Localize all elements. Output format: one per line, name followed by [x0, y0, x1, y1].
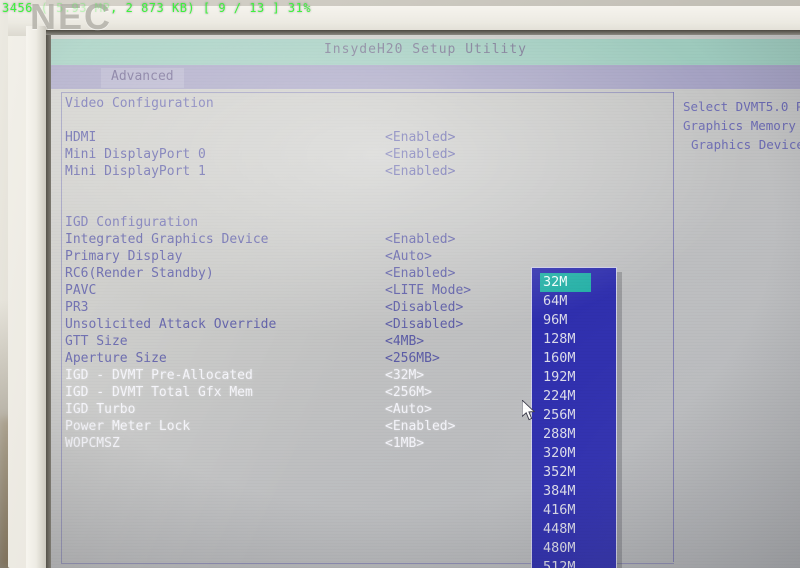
dropdown-option-448m[interactable]: 448M	[540, 520, 610, 539]
help-line-3: Graphics Device.	[691, 137, 800, 152]
lcd-screen: InsydeH20 Setup Utility Advanced Video C…	[51, 35, 800, 568]
dropdown-option-224m[interactable]: 224M	[540, 387, 610, 406]
setting-label: WOPCMSZ	[65, 436, 120, 451]
mouse-cursor-icon	[522, 400, 536, 421]
setting-value[interactable]: <Enabled>	[385, 146, 455, 163]
setting-value[interactable]: <Enabled>	[385, 163, 455, 180]
setting-row-mini-displayport-0[interactable]: Mini DisplayPort 0 <Enabled>	[65, 146, 665, 163]
dropdown-option-192m[interactable]: 192M	[540, 368, 610, 387]
dropdown-option-384m[interactable]: 384M	[540, 482, 610, 501]
setting-value[interactable]: <256M>	[385, 384, 432, 401]
dvmt-pre-allocated-dropdown[interactable]: 32M 64M 96M 128M 160M 192M 224M 256M 288…	[531, 267, 617, 568]
setting-label: Integrated Graphics Device	[65, 232, 269, 247]
setting-label: RC6(Render Standby)	[65, 266, 214, 281]
setting-row-integrated-graphics-device[interactable]: Integrated Graphics Device <Enabled>	[65, 231, 665, 248]
setting-label: Unsolicited Attack Override	[65, 317, 277, 332]
screenshot-root: NEC InsydeH20 Setup Utility Advanced Vid…	[0, 0, 800, 568]
setting-value[interactable]: <Auto>	[385, 401, 432, 418]
help-line-2: Graphics Memory s	[683, 118, 800, 133]
setting-label: IGD Turbo	[65, 402, 136, 417]
setting-label: Aperture Size	[65, 351, 167, 366]
bios-title: InsydeH20 Setup Utility	[323, 42, 527, 57]
camera-overlay-text: 3456 ( 5.93 MP, 2 873 KB) [ 9 / 13 ] 31%	[2, 1, 311, 15]
dropdown-option-288m[interactable]: 288M	[540, 425, 610, 444]
setting-value[interactable]: <Enabled>	[385, 231, 455, 248]
setting-row-mini-displayport-1[interactable]: Mini DisplayPort 1 <Enabled>	[65, 163, 665, 180]
overlay-number: 3456	[2, 1, 33, 15]
dropdown-option-320m[interactable]: 320M	[540, 444, 610, 463]
setting-label: Primary Display	[65, 249, 183, 264]
dropdown-option-480m[interactable]: 480M	[540, 539, 610, 558]
setting-label: IGD - DVMT Pre-Allocated	[65, 368, 253, 383]
tab-advanced[interactable]: Advanced	[101, 68, 184, 88]
help-line-1: Select DVMT5.0 Pr	[683, 99, 800, 114]
setting-label: IGD - DVMT Total Gfx Mem	[65, 385, 253, 400]
setting-value[interactable]: <Disabled>	[385, 299, 463, 316]
overlay-zoom: 31%	[287, 1, 312, 15]
setting-value[interactable]: <LITE Mode>	[385, 282, 471, 299]
help-text: Select DVMT5.0 Pr Graphics Memory s Grap…	[683, 97, 800, 154]
dropdown-option-32m[interactable]: 32M	[540, 273, 591, 292]
setting-label: GTT Size	[65, 334, 128, 349]
dropdown-option-352m[interactable]: 352M	[540, 463, 610, 482]
setting-label: Mini DisplayPort 0	[65, 147, 206, 162]
dropdown-option-128m[interactable]: 128M	[540, 330, 610, 349]
dropdown-option-512m[interactable]: 512M	[540, 558, 610, 568]
dropdown-option-96m[interactable]: 96M	[540, 311, 610, 330]
dropdown-option-416m[interactable]: 416M	[540, 501, 610, 520]
monitor-bezel-left	[26, 26, 48, 568]
overlay-index: [ 9 / 13 ]	[202, 1, 281, 15]
dropdown-option-list[interactable]: 32M 64M 96M 128M 160M 192M 224M 256M 288…	[540, 273, 610, 568]
setting-value[interactable]: <Disabled>	[385, 316, 463, 333]
setting-value[interactable]: <256MB>	[385, 350, 440, 367]
setting-value[interactable]: <32M>	[385, 367, 424, 384]
section-header-label: Video Configuration	[65, 96, 214, 111]
setting-value[interactable]: <Enabled>	[385, 265, 455, 282]
setting-value[interactable]: <Auto>	[385, 248, 432, 265]
setting-row-primary-display[interactable]: Primary Display <Auto>	[65, 248, 665, 265]
dropdown-option-64m[interactable]: 64M	[540, 292, 610, 311]
setting-value[interactable]: <Enabled>	[385, 129, 455, 146]
section-header-igd-configuration: IGD Configuration	[65, 214, 665, 231]
dropdown-option-160m[interactable]: 160M	[540, 349, 610, 368]
section-header-video-configuration: Video Configuration	[65, 95, 665, 112]
setting-label: Mini DisplayPort 1	[65, 164, 206, 179]
setting-label: PR3	[65, 300, 89, 315]
overlay-megapixels: ( 5.93 MP	[40, 1, 111, 15]
help-panel	[673, 92, 800, 562]
dropdown-option-256m[interactable]: 256M	[540, 406, 610, 425]
setting-label: HDMI	[65, 130, 97, 145]
setting-value[interactable]: <1MB>	[385, 435, 424, 452]
section-header-label: IGD Configuration	[65, 215, 199, 230]
setting-label: PAVC	[65, 283, 97, 298]
setting-row-hdmi[interactable]: HDMI <Enabled>	[65, 129, 665, 146]
setting-label: Power Meter Lock	[65, 419, 191, 434]
setting-value[interactable]: <4MB>	[385, 333, 424, 350]
overlay-filesize: , 2 873 KB)	[110, 1, 196, 15]
setting-value[interactable]: <Enabled>	[385, 418, 455, 435]
